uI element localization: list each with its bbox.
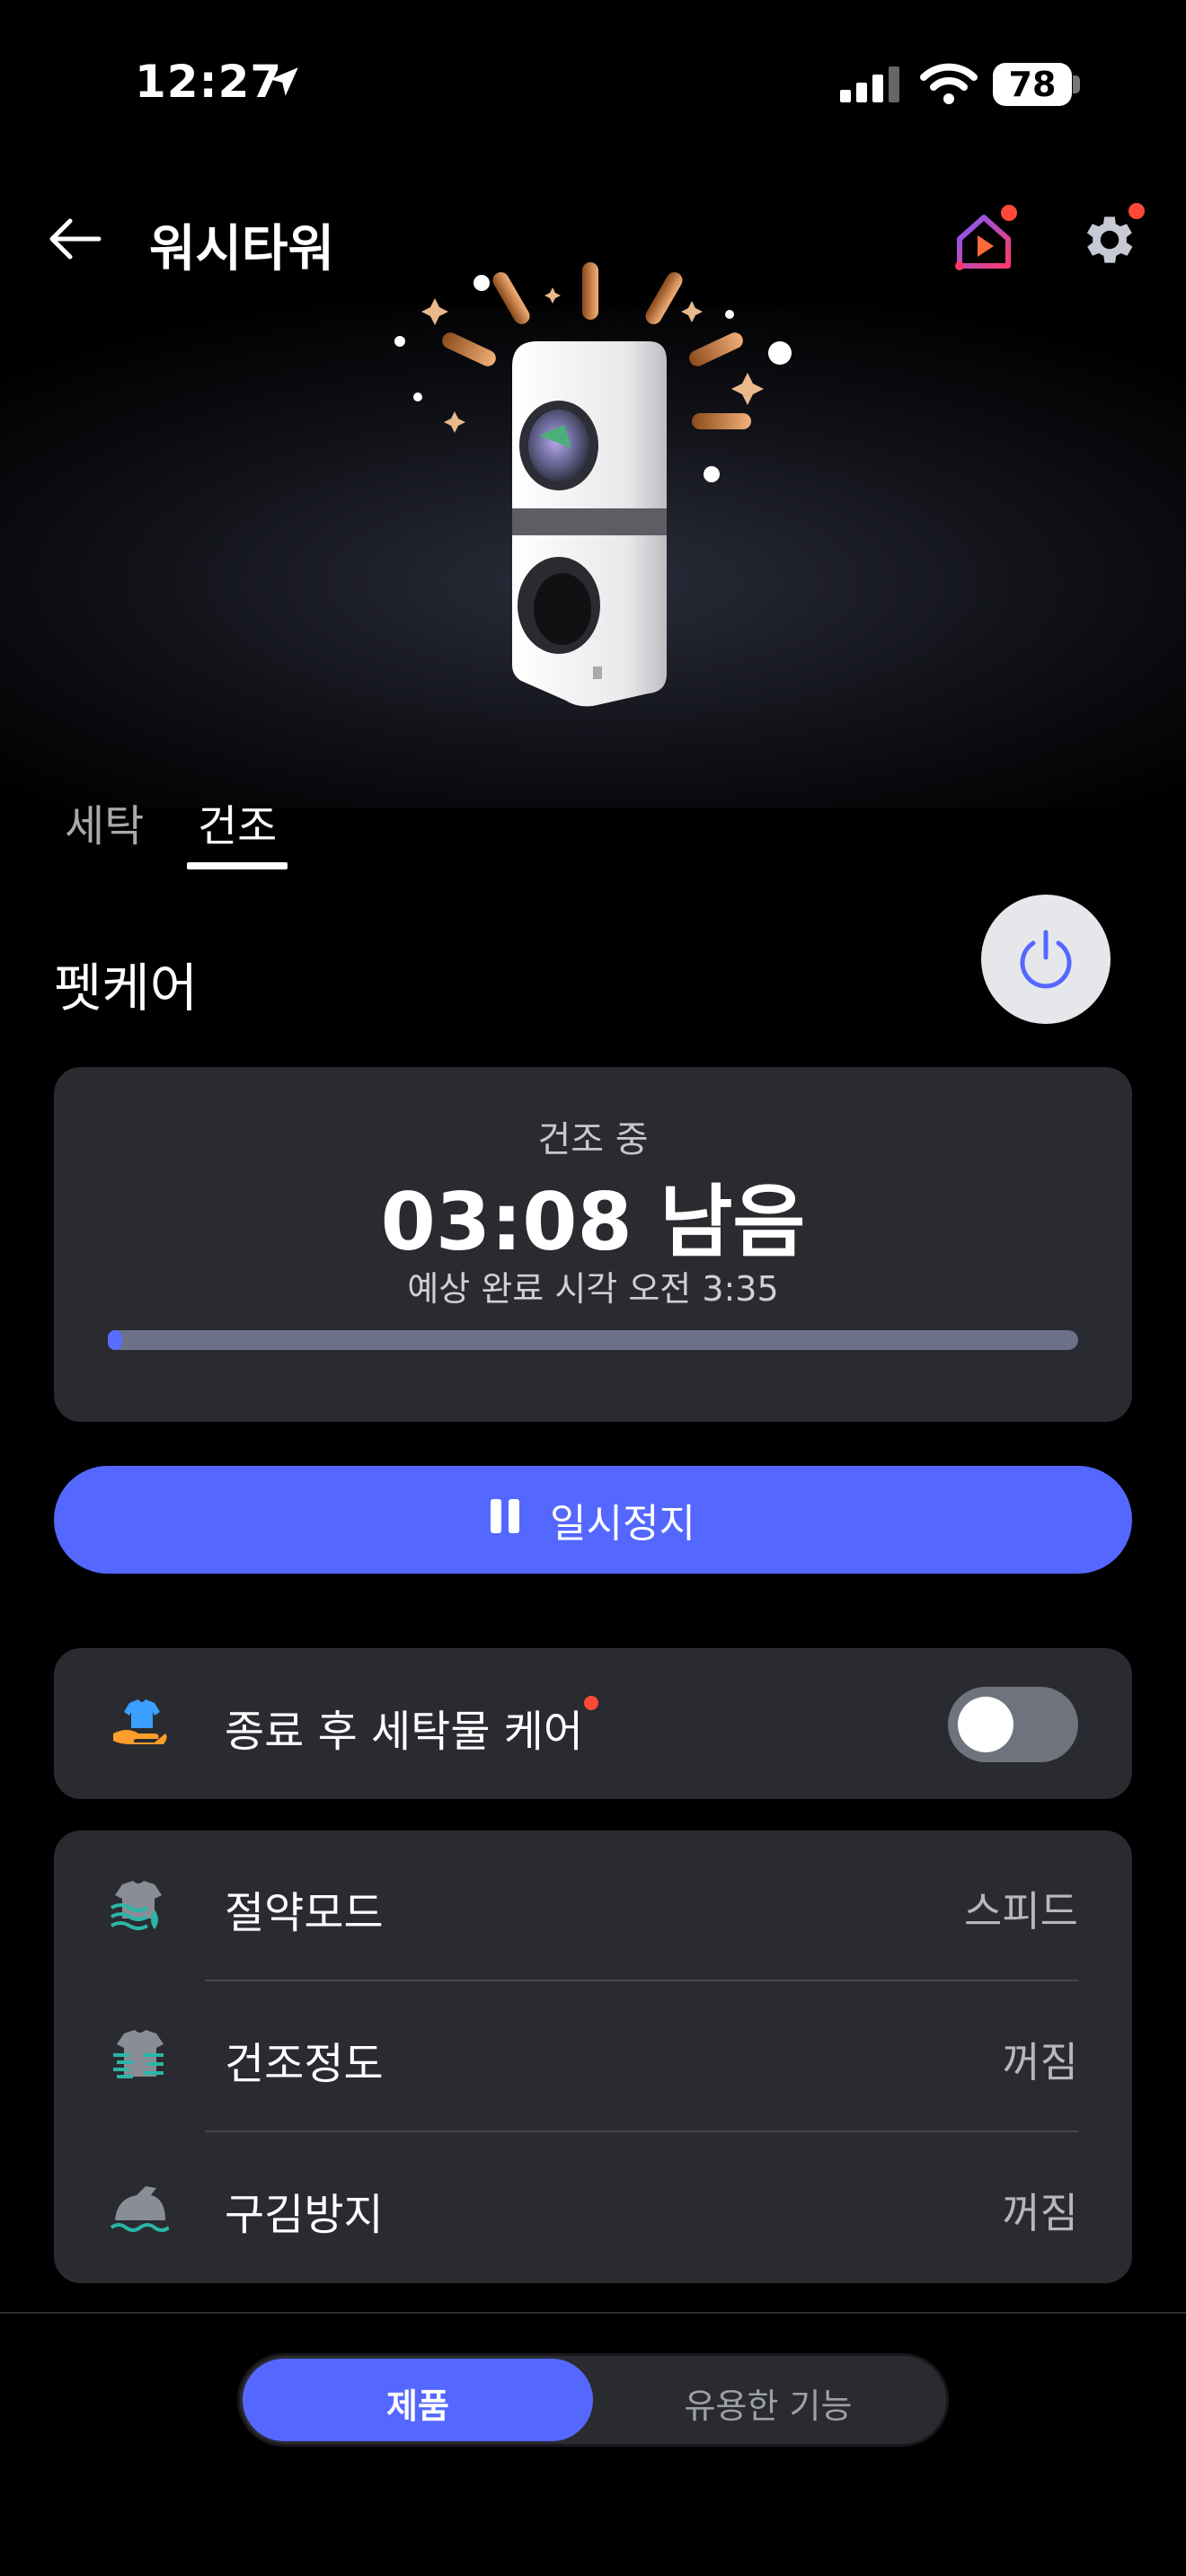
progress-fill — [108, 1330, 122, 1350]
segment-useful-features[interactable]: 유용한 기능 — [593, 2378, 943, 2428]
pause-button-content[interactable]: 일시정지 — [54, 1466, 1132, 1574]
gear-icon[interactable] — [1078, 203, 1145, 271]
dry-level-icon — [113, 2030, 164, 2078]
notification-dot — [584, 1696, 598, 1710]
status-time: 12:27 — [135, 56, 283, 108]
tab-wash[interactable]: 세탁 — [65, 790, 144, 853]
setting-value-dry-level: 꺼짐 — [1002, 2038, 1078, 2086]
wifi-icon — [920, 63, 978, 104]
estimated-finish: 예상 완료 시각 오전 3:35 — [407, 1269, 779, 1309]
laundry-care-icon — [113, 1699, 167, 1744]
care-label: 종료 후 세탁물 케어 — [225, 1707, 584, 1757]
setting-value-eco: 스피드 — [964, 1887, 1078, 1936]
progress-track — [108, 1330, 1078, 1350]
bottom-divider — [0, 2312, 1186, 2314]
page-title: 워시타워 — [149, 220, 335, 278]
setting-label-wrinkle: 구김방지 — [225, 2190, 384, 2240]
setting-value-wrinkle: 꺼짐 — [1002, 2189, 1078, 2237]
pause-icon — [491, 1497, 527, 1543]
care-toggle-knob[interactable] — [958, 1697, 1013, 1752]
setting-label-dry-level: 건조정도 — [225, 2039, 384, 2089]
back-arrow-icon[interactable] — [47, 216, 102, 262]
status-label: 건조 중 — [537, 1119, 649, 1160]
setting-row-wrinkle[interactable] — [54, 2132, 1132, 2281]
battery-level: 78 — [993, 63, 1072, 106]
washtower-illustration — [394, 262, 792, 707]
battery-cap — [1073, 75, 1080, 93]
active-tab-indicator — [187, 862, 288, 869]
remaining-time: 03:08 남음 — [380, 1176, 806, 1268]
tab-dry[interactable]: 건조 — [198, 790, 277, 853]
eco-mode-icon — [110, 1881, 162, 1930]
power-button[interactable] — [981, 895, 1111, 1024]
setting-row-dry-level[interactable] — [54, 1981, 1132, 2130]
notification-dot — [1001, 205, 1017, 221]
smart-home-icon[interactable] — [951, 205, 1017, 275]
setting-label-eco: 절약모드 — [225, 1888, 384, 1938]
power-icon — [1020, 930, 1072, 989]
segment-product[interactable]: 제품 — [243, 2378, 593, 2428]
cellular-signal-icon — [840, 66, 899, 102]
notification-dot — [1128, 203, 1145, 219]
pause-label: 일시정지 — [550, 1501, 695, 1547]
wrinkle-care-icon — [110, 2186, 169, 2232]
location-arrow-icon — [270, 67, 298, 96]
course-name: 펫케어 — [54, 957, 199, 1019]
